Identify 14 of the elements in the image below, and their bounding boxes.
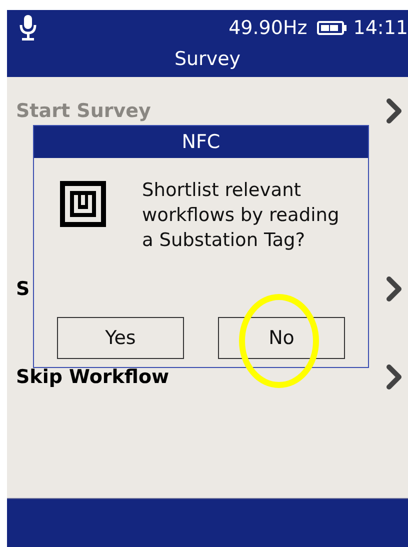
clock-time: 14:11 [353, 17, 408, 39]
screen-title: Survey [174, 48, 241, 70]
menu-item[interactable]: Skip Workflow [16, 366, 386, 388]
battery-icon [317, 21, 348, 35]
chevron-icon [386, 98, 402, 124]
dialog-title: NFC [34, 126, 368, 158]
dialog-button[interactable]: Yes [57, 317, 184, 359]
chevron-icon [386, 276, 402, 302]
microphone-icon [19, 14, 37, 42]
nfc-tag-icon [60, 181, 106, 227]
frequency-reading: 49.90Hz [228, 17, 308, 39]
dialog-button[interactable]: No [218, 317, 345, 359]
chevron-icon [386, 364, 402, 390]
dialog-message: Shortlist relevant workflows by reading a Substation Tag? [142, 179, 340, 253]
